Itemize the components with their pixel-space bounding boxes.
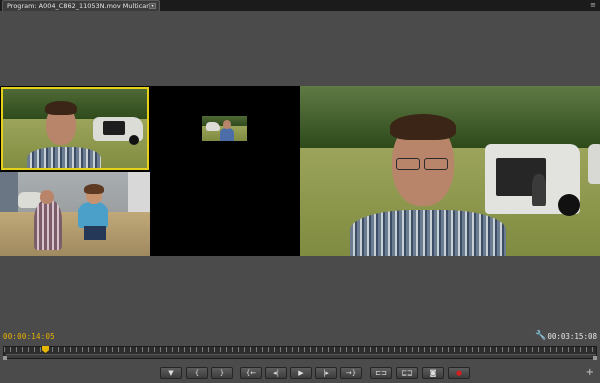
lift-button[interactable]: ⊏⊐ xyxy=(370,367,392,379)
step-back-button[interactable]: ◂| xyxy=(265,367,287,379)
zoom-handle-left[interactable] xyxy=(3,356,7,360)
extract-button[interactable]: ⊑⊒ xyxy=(396,367,418,379)
glasses-right-lens xyxy=(424,158,448,170)
man-shirt xyxy=(27,147,101,168)
second-car-edge xyxy=(588,144,600,184)
program-suv-wheel xyxy=(558,194,580,216)
export-frame-button[interactable]: ◙ xyxy=(422,367,444,379)
transport-controls: ▼ {} {← ◂| ▶ |▸ →} ⊏⊐ ⊑⊒ ◙ ● xyxy=(0,367,600,380)
time-ruler[interactable] xyxy=(3,346,597,359)
glasses-left-lens xyxy=(396,158,420,170)
current-timecode[interactable]: 00:00:14:05 xyxy=(3,332,55,341)
mark-out-button[interactable]: } xyxy=(211,367,233,379)
camera-2-thumbnail[interactable] xyxy=(0,172,150,256)
settings-wrench-icon[interactable]: 🔧 xyxy=(535,331,546,341)
program-output[interactable] xyxy=(300,86,600,256)
program-monitor-tab-label: Program: A004_C862_11053N.mov Multicam xyxy=(7,2,153,10)
small-car xyxy=(206,122,220,131)
panel-menu-icon[interactable]: ≡ xyxy=(590,1,596,9)
panel-tab-bar: Program: A004_C862_11053N.mov Multicam ▾… xyxy=(0,0,600,11)
duration-timecode: 00:03:15:08 xyxy=(547,332,597,341)
man-hair xyxy=(45,101,77,115)
tab-menu-icon[interactable]: ▾ xyxy=(149,3,156,9)
car-wheel xyxy=(129,135,139,145)
zoom-scroll-bar[interactable] xyxy=(6,354,596,358)
program-man-hair xyxy=(390,114,456,140)
ruler-ticks xyxy=(4,347,596,352)
step-forward-button[interactable]: |▸ xyxy=(315,367,337,379)
record-button[interactable]: ● xyxy=(448,367,470,379)
woman-shirt xyxy=(78,202,108,228)
program-man-shirt xyxy=(350,210,506,256)
dry-field xyxy=(0,212,150,256)
program-trees xyxy=(300,86,600,148)
camera-1-thumbnail[interactable] xyxy=(1,87,149,170)
add-marker-button[interactable]: ▼ xyxy=(160,367,182,379)
mark-in-button[interactable]: { xyxy=(186,367,208,379)
program-monitor-tab[interactable]: Program: A004_C862_11053N.mov Multicam ▾ xyxy=(2,0,160,11)
man-back-head xyxy=(40,190,54,204)
woman-shorts xyxy=(84,226,106,240)
small-man-shirt xyxy=(220,128,234,141)
play-button[interactable]: ▶ xyxy=(290,367,312,379)
small-man-head xyxy=(223,120,231,129)
zoom-handle-right[interactable] xyxy=(593,356,597,360)
go-to-out-button[interactable]: →} xyxy=(340,367,362,379)
multicam-view xyxy=(0,86,600,256)
go-to-in-button[interactable]: {← xyxy=(240,367,262,379)
button-editor-add-icon[interactable]: + xyxy=(586,367,594,378)
woman-hair xyxy=(84,184,104,194)
camera-grid xyxy=(0,86,300,256)
car-window xyxy=(103,121,125,135)
man-back xyxy=(34,200,62,250)
person-at-trunk xyxy=(532,174,546,206)
camera-3-thumbnail[interactable] xyxy=(202,116,247,141)
